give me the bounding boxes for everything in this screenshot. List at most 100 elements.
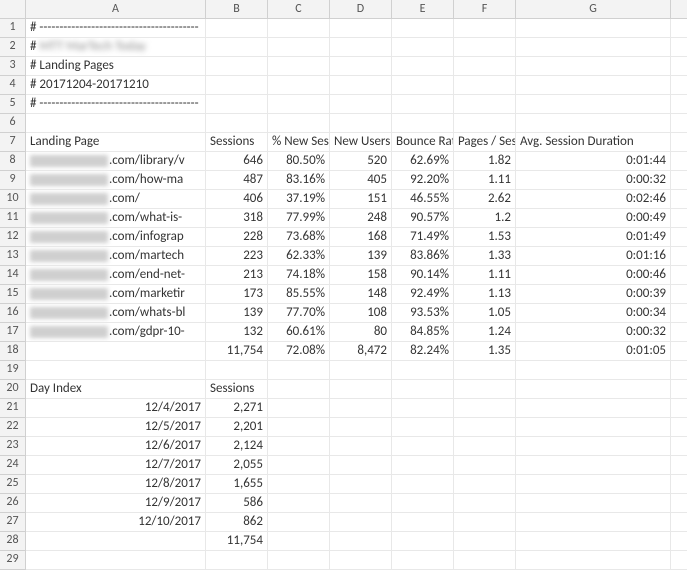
cell-B28[interactable]: 11,754 xyxy=(206,532,268,551)
cell-B1[interactable] xyxy=(206,19,268,38)
row-header-5[interactable]: 5 xyxy=(0,95,26,114)
cell-A11[interactable]: .com/what-is- xyxy=(26,209,206,228)
cell-B10[interactable]: 406 xyxy=(206,190,268,209)
cell-C28[interactable] xyxy=(268,532,330,551)
cell-E14[interactable]: 90.14% xyxy=(392,266,454,285)
cell-B17[interactable]: 132 xyxy=(206,323,268,342)
cell-E4[interactable] xyxy=(392,76,454,95)
cell-D1[interactable] xyxy=(330,19,392,38)
row-header-24[interactable]: 24 xyxy=(0,456,26,475)
cell-E21[interactable] xyxy=(392,399,454,418)
cell-C21[interactable] xyxy=(268,399,330,418)
cell-D10[interactable]: 151 xyxy=(330,190,392,209)
cell-A9[interactable]: .com/how-ma xyxy=(26,171,206,190)
cell-C29[interactable] xyxy=(268,551,330,570)
row-header-14[interactable]: 14 xyxy=(0,266,26,285)
cell-B22[interactable]: 2,201 xyxy=(206,418,268,437)
cell-F1[interactable] xyxy=(454,19,516,38)
cell-G10[interactable]: 0:02:46 xyxy=(516,190,671,209)
cell-F8[interactable]: 1.82 xyxy=(454,152,516,171)
cell-G22[interactable] xyxy=(516,418,671,437)
cell-B26[interactable]: 586 xyxy=(206,494,268,513)
cell-A7[interactable]: Landing Page xyxy=(26,133,206,152)
cell-B25[interactable]: 1,655 xyxy=(206,475,268,494)
cell-B27[interactable]: 862 xyxy=(206,513,268,532)
cell-H1[interactable] xyxy=(671,19,687,38)
cell-H27[interactable] xyxy=(671,513,687,532)
cell-F20[interactable] xyxy=(454,380,516,399)
row-header-4[interactable]: 4 xyxy=(0,76,26,95)
cell-D8[interactable]: 520 xyxy=(330,152,392,171)
cell-G7[interactable]: Avg. Session Duration xyxy=(516,133,671,152)
cell-E13[interactable]: 83.86% xyxy=(392,247,454,266)
cell-A19[interactable] xyxy=(26,361,206,380)
cell-H25[interactable] xyxy=(671,475,687,494)
cell-B7[interactable]: Sessions xyxy=(206,133,268,152)
cell-E25[interactable] xyxy=(392,475,454,494)
cell-C20[interactable] xyxy=(268,380,330,399)
cell-G13[interactable]: 0:01:16 xyxy=(516,247,671,266)
cell-F19[interactable] xyxy=(454,361,516,380)
cell-H19[interactable] xyxy=(671,361,687,380)
cell-A14[interactable]: .com/end-net- xyxy=(26,266,206,285)
cell-A4[interactable]: # 20171204-20171210 xyxy=(26,76,206,95)
row-header-10[interactable]: 10 xyxy=(0,190,26,209)
cell-C13[interactable]: 62.33% xyxy=(268,247,330,266)
cell-D15[interactable]: 148 xyxy=(330,285,392,304)
row-header-21[interactable]: 21 xyxy=(0,399,26,418)
cell-H28[interactable] xyxy=(671,532,687,551)
cell-H14[interactable] xyxy=(671,266,687,285)
cell-D2[interactable] xyxy=(330,38,392,57)
row-header-29[interactable]: 29 xyxy=(0,551,26,570)
cell-F16[interactable]: 1.05 xyxy=(454,304,516,323)
cell-A12[interactable]: .com/infograp xyxy=(26,228,206,247)
cell-E27[interactable] xyxy=(392,513,454,532)
row-header-11[interactable]: 11 xyxy=(0,209,26,228)
cell-A20[interactable]: Day Index xyxy=(26,380,206,399)
cell-D12[interactable]: 168 xyxy=(330,228,392,247)
cell-B4[interactable] xyxy=(206,76,268,95)
cell-C19[interactable] xyxy=(268,361,330,380)
cell-C17[interactable]: 60.61% xyxy=(268,323,330,342)
cell-C5[interactable] xyxy=(268,95,330,114)
cell-E29[interactable] xyxy=(392,551,454,570)
cell-C25[interactable] xyxy=(268,475,330,494)
cell-B15[interactable]: 173 xyxy=(206,285,268,304)
row-header-13[interactable]: 13 xyxy=(0,247,26,266)
cell-F28[interactable] xyxy=(454,532,516,551)
cell-A22[interactable]: 12/5/2017 xyxy=(26,418,206,437)
cell-E26[interactable] xyxy=(392,494,454,513)
cell-H16[interactable] xyxy=(671,304,687,323)
cell-G3[interactable] xyxy=(516,57,671,76)
cell-D7[interactable]: New Users xyxy=(330,133,392,152)
cell-A1[interactable]: # --------------------------------------… xyxy=(26,19,206,38)
cell-D14[interactable]: 158 xyxy=(330,266,392,285)
cell-F6[interactable] xyxy=(454,114,516,133)
cell-A10[interactable]: .com/ xyxy=(26,190,206,209)
cell-D25[interactable] xyxy=(330,475,392,494)
cell-H11[interactable] xyxy=(671,209,687,228)
cell-A27[interactable]: 12/10/2017 xyxy=(26,513,206,532)
row-header-15[interactable]: 15 xyxy=(0,285,26,304)
cell-D22[interactable] xyxy=(330,418,392,437)
cell-G12[interactable]: 0:01:49 xyxy=(516,228,671,247)
cell-F24[interactable] xyxy=(454,456,516,475)
cell-F3[interactable] xyxy=(454,57,516,76)
cell-C12[interactable]: 73.68% xyxy=(268,228,330,247)
cell-D19[interactable] xyxy=(330,361,392,380)
cell-A24[interactable]: 12/7/2017 xyxy=(26,456,206,475)
cell-D3[interactable] xyxy=(330,57,392,76)
cell-D23[interactable] xyxy=(330,437,392,456)
cell-B12[interactable]: 228 xyxy=(206,228,268,247)
cell-G26[interactable] xyxy=(516,494,671,513)
cell-A5[interactable]: # --------------------------------------… xyxy=(26,95,206,114)
cell-G25[interactable] xyxy=(516,475,671,494)
cell-G11[interactable]: 0:00:49 xyxy=(516,209,671,228)
cell-D27[interactable] xyxy=(330,513,392,532)
cell-F13[interactable]: 1.33 xyxy=(454,247,516,266)
cell-E11[interactable]: 90.57% xyxy=(392,209,454,228)
cell-D9[interactable]: 405 xyxy=(330,171,392,190)
cell-G19[interactable] xyxy=(516,361,671,380)
spreadsheet-grid[interactable]: A B C D E F G H 1 # --------------------… xyxy=(0,0,687,570)
cell-C16[interactable]: 77.70% xyxy=(268,304,330,323)
